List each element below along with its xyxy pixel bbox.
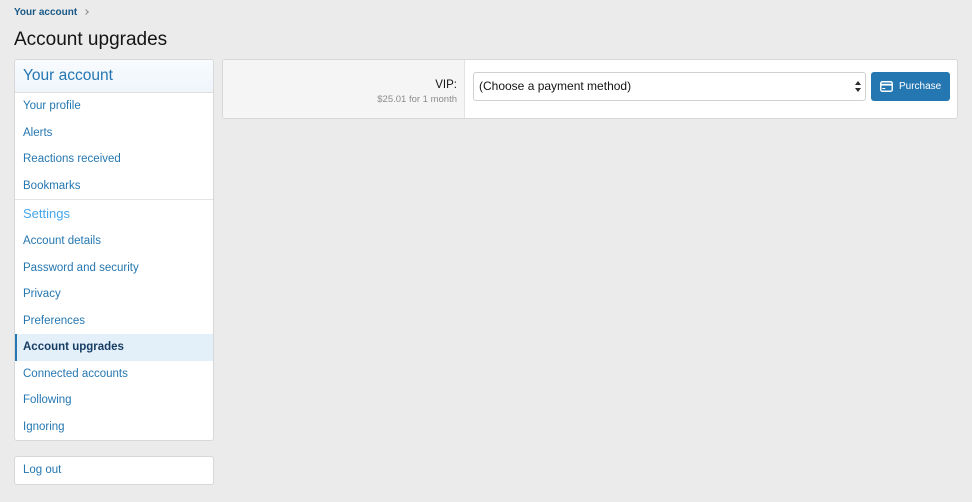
breadcrumb: Your account [14, 6, 94, 19]
sidebar-item-connected-accounts[interactable]: Connected accounts [15, 361, 213, 388]
sidebar-item-account-details[interactable]: Account details [15, 228, 213, 255]
page-title: Account upgrades [14, 29, 168, 50]
upgrade-label-cell: VIP: $25.01 for 1 month [223, 60, 465, 118]
sidebar-item-alerts[interactable]: Alerts [15, 120, 213, 147]
sidebar-header: Your account [15, 60, 213, 93]
account-upgrades-block: VIP: $25.01 for 1 month (Choose a paymen… [222, 59, 958, 119]
breadcrumb-link-your-account[interactable]: Your account [14, 6, 94, 19]
purchase-label: Purchase [899, 80, 942, 92]
account-links-list: Your profile Alerts Reactions received B… [15, 93, 213, 200]
upgrade-row: VIP: $25.01 for 1 month (Choose a paymen… [223, 60, 957, 118]
settings-links-list: Account details Password and security Pr… [15, 228, 213, 440]
sidebar-item-bookmarks[interactable]: Bookmarks [15, 173, 213, 200]
sidebar-item-following[interactable]: Following [15, 387, 213, 414]
select-arrows-icon [855, 81, 861, 92]
sidebar-item-privacy[interactable]: Privacy [15, 281, 213, 308]
sidebar-item-reactions-received[interactable]: Reactions received [15, 146, 213, 173]
credit-card-icon [880, 81, 893, 92]
payment-method-value: (Choose a payment method) [479, 79, 632, 93]
purchase-button[interactable]: Purchase [871, 72, 950, 101]
sidebar-item-account-upgrades[interactable]: Account upgrades [15, 334, 213, 361]
logout-link[interactable]: Log out [15, 457, 213, 484]
sidebar-item-your-profile[interactable]: Your profile [15, 93, 213, 120]
settings-section-header: Settings [23, 206, 70, 221]
logout-block: Log out [14, 456, 214, 485]
sidebar-item-preferences[interactable]: Preferences [15, 308, 213, 335]
payment-method-select[interactable]: (Choose a payment method) [473, 72, 866, 101]
upgrade-price: $25.01 for 1 month [377, 94, 457, 105]
sidebar-item-password-and-security[interactable]: Password and security [15, 255, 213, 282]
account-sidebar: Your account Your profile Alerts Reactio… [14, 59, 214, 441]
sidebar-item-ignoring[interactable]: Ignoring [15, 414, 213, 441]
upgrade-title: VIP: [435, 79, 457, 91]
